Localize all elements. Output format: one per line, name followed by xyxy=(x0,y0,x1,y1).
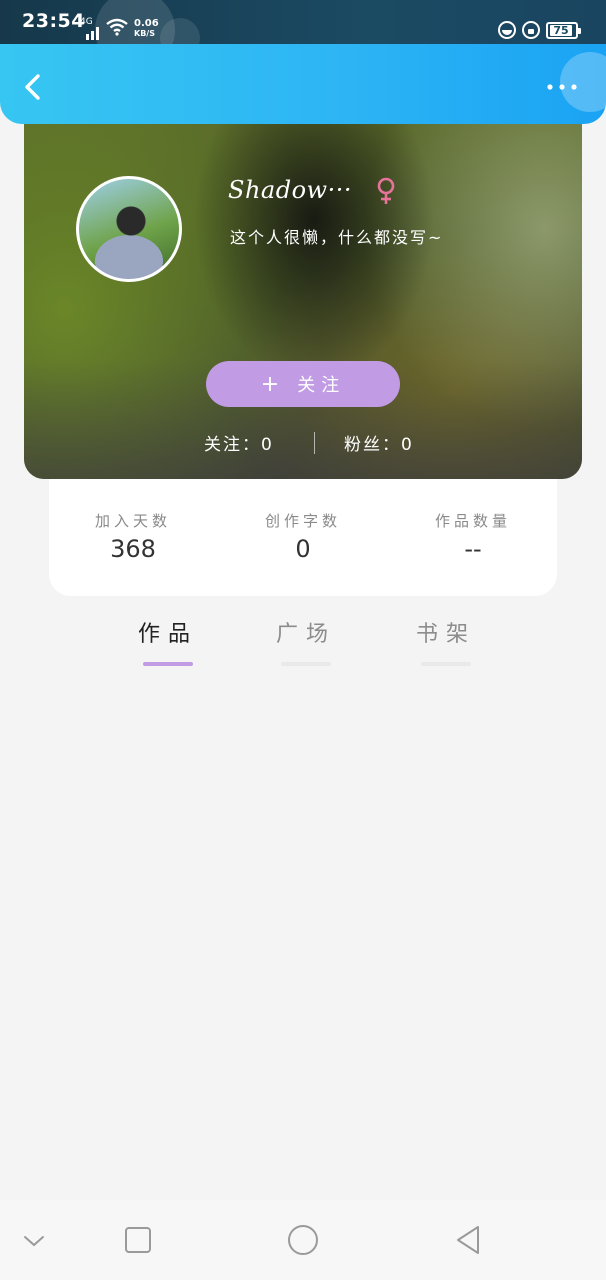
fans-label: 粉丝： xyxy=(344,435,401,455)
status-time: 23:54 xyxy=(22,10,85,32)
battery-icon: 75 xyxy=(546,22,581,39)
content-tabs: 作品 广场 书架 xyxy=(0,608,606,668)
fans-value: 0 xyxy=(401,435,414,455)
speed-unit: KB/S xyxy=(134,29,155,38)
username: Shadow··· xyxy=(228,176,352,204)
follow-label: 关注 xyxy=(297,375,346,396)
stat-value: -- xyxy=(464,535,482,563)
profile-card: Shadow··· 这个人很懒，什么都没写~ + 关注 关注：0 粉丝：0 xyxy=(24,110,582,479)
tab-bookshelf[interactable]: 书架 xyxy=(396,616,496,666)
plus-icon: + xyxy=(260,371,280,397)
chevron-down-icon[interactable] xyxy=(16,1222,52,1258)
tab-square[interactable]: 广场 xyxy=(256,616,356,666)
wifi-icon xyxy=(106,18,128,36)
divider xyxy=(314,432,315,454)
network-speed: 0.06 KB/S xyxy=(134,19,159,39)
stat-works-count: 作品数量 -- xyxy=(398,510,548,563)
battery-level: 75 xyxy=(550,25,572,36)
stat-word-count: 创作字数 0 xyxy=(228,510,378,563)
follow-counts: 关注：0 粉丝：0 xyxy=(24,430,582,456)
stat-label: 创作字数 xyxy=(264,512,341,530)
stat-value: 0 xyxy=(295,535,311,563)
tab-indicator xyxy=(421,662,471,666)
more-horizontal-icon[interactable] xyxy=(540,80,584,94)
tab-label: 作品 xyxy=(137,622,198,647)
stat-join-days: 加入天数 368 xyxy=(58,510,208,563)
tab-indicator xyxy=(281,662,331,666)
tab-works[interactable]: 作品 xyxy=(118,616,218,666)
following-count[interactable]: 关注：0 xyxy=(204,430,274,455)
following-label: 关注： xyxy=(204,435,261,455)
fans-count[interactable]: 粉丝：0 xyxy=(344,430,414,455)
square-icon[interactable] xyxy=(120,1222,156,1258)
avatar[interactable] xyxy=(76,176,182,282)
system-nav-bar xyxy=(0,1200,606,1280)
tab-label: 广场 xyxy=(275,622,336,647)
data-saver-icon xyxy=(498,21,516,39)
tab-label: 书架 xyxy=(415,622,476,647)
signal-icon xyxy=(86,27,99,40)
chevron-left-icon[interactable] xyxy=(16,70,50,104)
decorative-bubble xyxy=(160,18,200,44)
follow-button[interactable]: + 关注 xyxy=(206,361,400,407)
circle-icon[interactable] xyxy=(285,1222,321,1258)
triangle-back-icon[interactable] xyxy=(450,1222,486,1258)
status-bar: 23:54 4G 0.06 KB/S 75 xyxy=(0,0,606,44)
stat-value: 368 xyxy=(110,535,156,563)
tab-indicator xyxy=(143,662,193,666)
stats-card: 加入天数 368 创作字数 0 作品数量 -- xyxy=(49,466,557,596)
lock-rotation-icon xyxy=(522,21,540,39)
speed-value: 0.06 xyxy=(134,18,159,29)
profile-bio: 这个人很懒，什么都没写~ xyxy=(230,228,444,247)
top-header xyxy=(0,44,606,124)
female-icon xyxy=(377,177,395,204)
following-value: 0 xyxy=(261,435,274,455)
stat-label: 作品数量 xyxy=(434,512,511,530)
stat-label: 加入天数 xyxy=(94,512,171,530)
